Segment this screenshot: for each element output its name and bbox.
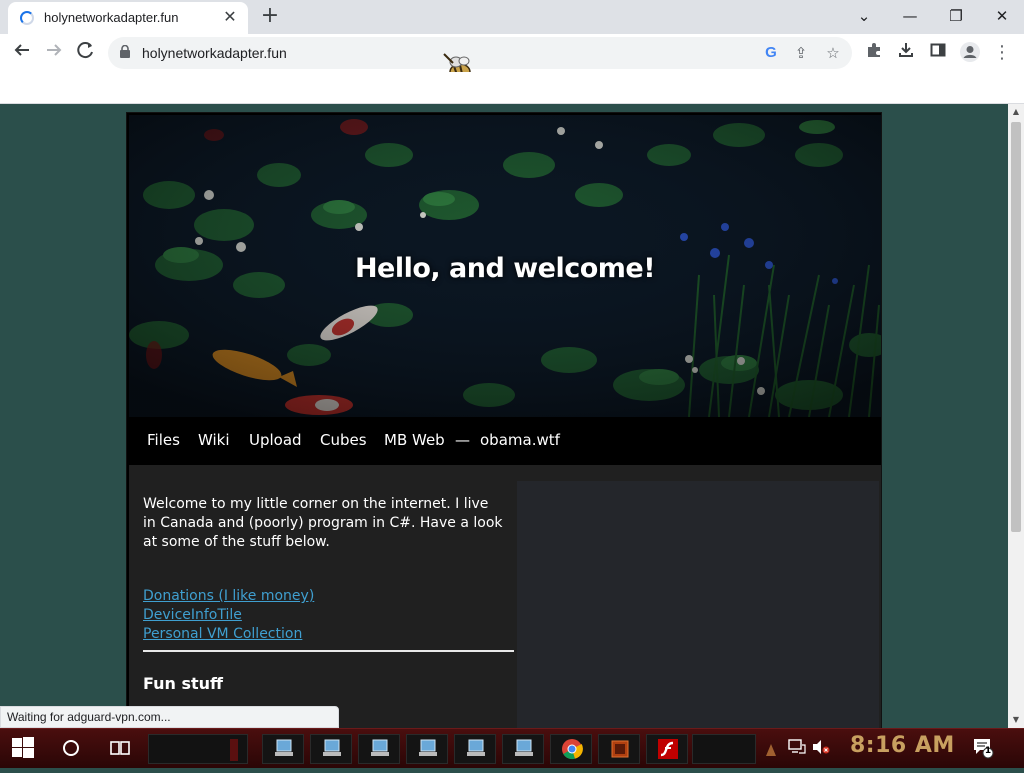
forward-icon[interactable] (42, 41, 66, 65)
browser-tab[interactable]: holynetworkadapter.fun ✕ (8, 2, 248, 34)
hero-title: Hello, and welcome! (354, 253, 656, 284)
taskbar-app-network-1[interactable] (262, 734, 304, 764)
lock-icon[interactable] (120, 45, 130, 58)
nav-upload[interactable]: Upload (249, 431, 302, 449)
link-donations[interactable]: Donations (I like money) (143, 587, 503, 606)
nav-wiki[interactable]: Wiki (198, 431, 230, 449)
page-scrollbar[interactable]: ▲ ▼ (1008, 104, 1024, 728)
divider (143, 650, 514, 652)
site-container: Hello, and welcome! Files Wiki Upload Cu… (126, 112, 882, 728)
menu-icon[interactable]: ⋮ (990, 41, 1014, 65)
status-bubble: Waiting for adguard-vpn.com... (0, 706, 339, 728)
tab-title: holynetworkadapter.fun (44, 10, 179, 25)
restore-button[interactable]: ❐ (936, 3, 976, 29)
tab-close-icon[interactable]: ✕ (220, 7, 240, 27)
scroll-down-icon[interactable]: ▼ (1008, 712, 1024, 728)
download-icon[interactable] (894, 41, 918, 65)
windows-start-icon[interactable] (12, 737, 34, 769)
scrollbar-thumb[interactable] (1011, 122, 1021, 532)
stop-icon[interactable] (74, 41, 98, 65)
section-heading: Fun stuff (143, 674, 224, 693)
new-tab-button[interactable]: + (258, 5, 282, 29)
nav-separator: — (455, 431, 470, 449)
google-icon[interactable]: G (760, 42, 782, 64)
share-icon[interactable]: ⇪ (790, 42, 812, 64)
tab-strip: holynetworkadapter.fun ✕ + ⌄ — ❐ ✕ (0, 0, 1024, 34)
taskbar-app-network-3[interactable] (358, 734, 400, 764)
nav-mb-web[interactable]: MB Web (384, 431, 445, 449)
hero-banner: Hello, and welcome! (129, 115, 881, 417)
notification-center-icon[interactable]: 1 (972, 737, 994, 769)
cortana-icon[interactable] (62, 739, 80, 771)
intro-text: Welcome to my little corner on the inter… (143, 496, 503, 550)
taskbar-app-network-2[interactable] (310, 734, 352, 764)
taskbar-chrome[interactable] (550, 734, 592, 764)
scroll-up-icon[interactable]: ▲ (1008, 104, 1024, 120)
taskbar-app-network-4[interactable] (406, 734, 448, 764)
taskbar-toolbar-slot[interactable] (148, 734, 248, 764)
loading-spinner-icon (20, 11, 34, 25)
extensions-icon[interactable] (862, 41, 886, 65)
link-deviceinfotile[interactable]: DeviceInfoTile (143, 606, 503, 625)
tab-search-chevron-icon[interactable]: ⌄ (844, 3, 884, 29)
link-list: Donations (I like money) DeviceInfoTile … (143, 587, 503, 644)
tray-app-icon[interactable] (766, 741, 776, 773)
volume-muted-icon[interactable] (812, 739, 830, 771)
nav-obama-wtf[interactable]: obama.wtf (480, 431, 560, 449)
address-bar[interactable]: holynetworkadapter.fun G ⇪ ☆ (108, 37, 852, 69)
taskbar-app-film[interactable] (598, 734, 640, 764)
nav-files[interactable]: Files (147, 431, 180, 449)
taskbar: 8:16 AM 1 (0, 728, 1024, 768)
web-viewport: Hello, and welcome! Files Wiki Upload Cu… (0, 104, 1008, 728)
side-panel (517, 481, 879, 728)
chrome-icon (562, 739, 583, 760)
flash-icon (658, 739, 678, 759)
task-view-icon[interactable] (110, 739, 130, 771)
sidepanel-icon[interactable] (926, 41, 950, 65)
profile-icon[interactable] (958, 41, 982, 65)
network-tray-icon[interactable] (788, 739, 806, 771)
taskbar-app-network-5[interactable] (454, 734, 496, 764)
minimize-button[interactable]: — (890, 3, 930, 29)
back-icon[interactable] (10, 41, 34, 65)
nav-cubes[interactable]: Cubes (320, 431, 367, 449)
browser-toolbar: holynetworkadapter.fun G ⇪ ☆ ⋮ (0, 34, 1024, 72)
taskbar-empty-slot[interactable] (692, 734, 756, 764)
url-text[interactable]: holynetworkadapter.fun (142, 45, 287, 61)
taskbar-clock[interactable]: 8:16 AM (850, 733, 955, 758)
taskbar-app-network-6[interactable] (502, 734, 544, 764)
notification-count: 1 (984, 746, 992, 756)
close-window-button[interactable]: ✕ (982, 3, 1022, 29)
taskbar-flash[interactable] (646, 734, 688, 764)
page-top-band (0, 72, 1024, 104)
star-icon[interactable]: ☆ (822, 42, 844, 64)
site-nav: Files Wiki Upload Cubes MB Web — obama.w… (129, 417, 881, 465)
link-personal-vm-collection[interactable]: Personal VM Collection (143, 625, 503, 644)
main-content: Welcome to my little corner on the inter… (129, 465, 881, 728)
